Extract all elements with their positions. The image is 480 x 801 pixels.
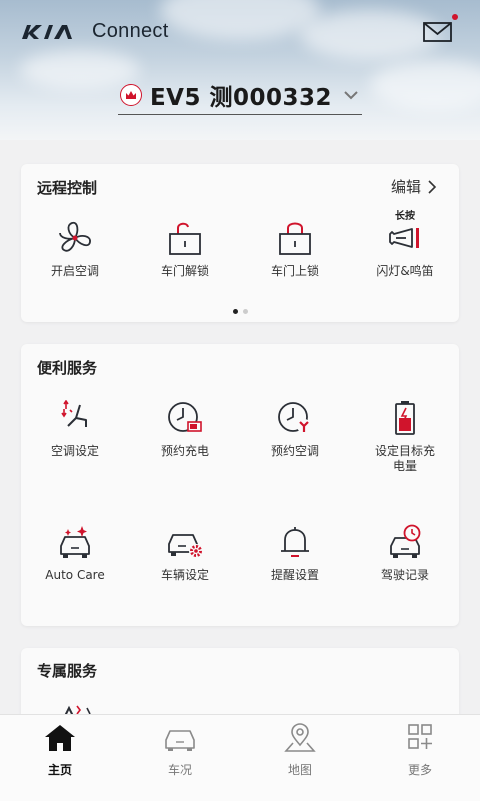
vehicle-settings-button[interactable]: 车辆设定 bbox=[130, 524, 240, 583]
car-clock-icon bbox=[390, 524, 421, 558]
tab-map-label: 地图 bbox=[287, 763, 312, 777]
lock-icon bbox=[279, 222, 311, 255]
battery-charge-icon bbox=[395, 401, 415, 435]
brand-logo: Connect bbox=[20, 20, 169, 43]
tab-more-label: 更多 bbox=[407, 763, 432, 777]
tab-vehicle-status[interactable]: 车况 bbox=[120, 723, 240, 778]
ac-schedule-button[interactable]: 预约空调 bbox=[240, 400, 350, 459]
auto-care-button[interactable]: Auto Care bbox=[20, 524, 130, 583]
auto-care-label: Auto Care bbox=[45, 568, 105, 582]
driving-record-label: 驾驶记录 bbox=[380, 568, 429, 582]
driving-record-button[interactable]: 驾驶记录 bbox=[350, 524, 460, 583]
convenience-title: 便利服务 bbox=[37, 359, 98, 377]
kia-logo-icon bbox=[22, 24, 72, 39]
door-unlock-label: 车门解锁 bbox=[160, 264, 209, 278]
car-gear-icon bbox=[168, 534, 203, 558]
chevron-down-icon bbox=[344, 91, 358, 100]
remote-control-title: 远程控制 bbox=[37, 179, 98, 197]
reminder-settings-button[interactable]: 提醒设置 bbox=[240, 524, 350, 583]
brand-text: Connect bbox=[92, 20, 169, 42]
tab-home[interactable]: 主页 bbox=[0, 723, 120, 778]
door-lock-button[interactable]: 车门上锁 bbox=[240, 220, 350, 279]
page-dot-active bbox=[232, 309, 238, 314]
bottom-tab-bar: 主页 车况 地图 更多 bbox=[0, 714, 480, 801]
remote-control-card: 远程控制 编辑 开启空调 车门解锁 车门上锁 长按 闪灯&鸣笛 bbox=[21, 164, 459, 322]
tab-vehicle-status-label: 车况 bbox=[167, 763, 192, 777]
notification-dot bbox=[452, 14, 458, 20]
vehicle-settings-label: 车辆设定 bbox=[160, 568, 209, 582]
horn-icon bbox=[389, 228, 419, 248]
flash-horn-button[interactable]: 闪灯&鸣笛 bbox=[350, 220, 460, 279]
tab-more[interactable]: 更多 bbox=[360, 723, 480, 778]
tab-home-label: 主页 bbox=[47, 763, 72, 777]
door-unlock-button[interactable]: 车门解锁 bbox=[130, 220, 240, 279]
charge-schedule-button[interactable]: 预约充电 bbox=[130, 400, 240, 459]
exclusive-services-title: 专属服务 bbox=[37, 662, 98, 680]
ac-on-button[interactable]: 开启空调 bbox=[20, 220, 130, 279]
tab-map[interactable]: 地图 bbox=[240, 723, 360, 778]
edit-button[interactable]: 编辑 bbox=[391, 176, 437, 197]
car-icon bbox=[165, 730, 195, 751]
car-name: EV5 测000332 bbox=[149, 85, 333, 111]
car-selector[interactable]: EV5 测000332 bbox=[118, 76, 362, 115]
map-pin-icon bbox=[284, 723, 316, 752]
page-dot bbox=[242, 309, 248, 314]
flash-horn-label: 闪灯&鸣笛 bbox=[376, 264, 434, 278]
car-sparkle-icon bbox=[60, 526, 90, 558]
climate-setting-button[interactable]: 空调设定 bbox=[20, 400, 130, 459]
bell-icon bbox=[281, 527, 309, 557]
edit-label: 编辑 bbox=[390, 178, 421, 196]
door-lock-label: 车门上锁 bbox=[270, 264, 319, 278]
ac-on-label: 开启空调 bbox=[50, 264, 99, 278]
clock-fan-icon bbox=[278, 402, 311, 433]
ac-schedule-label: 预约空调 bbox=[270, 444, 319, 458]
header: Connect EV5 测000332 bbox=[0, 0, 480, 140]
reminder-settings-label: 提醒设置 bbox=[270, 568, 319, 582]
charge-schedule-label: 预约充电 bbox=[160, 444, 209, 458]
home-icon bbox=[45, 725, 75, 751]
target-charge-label: 设定目标充电量 bbox=[374, 444, 435, 473]
target-charge-button[interactable]: 设定目标充电量 bbox=[350, 400, 460, 474]
clock-battery-icon bbox=[168, 402, 202, 432]
mail-icon[interactable] bbox=[422, 18, 454, 46]
page-indicator bbox=[21, 309, 459, 314]
car-badge-icon bbox=[119, 84, 142, 106]
climate-setting-label: 空调设定 bbox=[50, 444, 99, 458]
convenience-card: 便利服务 空调设定 预约充电 预约空调 设定目标充电量 Auto Care 车辆… bbox=[21, 344, 459, 626]
grid-plus-icon bbox=[408, 724, 432, 749]
fan-icon bbox=[59, 221, 91, 252]
unlock-icon bbox=[169, 222, 201, 255]
chevron-right-icon bbox=[428, 179, 437, 194]
climate-seat-icon bbox=[61, 400, 87, 427]
